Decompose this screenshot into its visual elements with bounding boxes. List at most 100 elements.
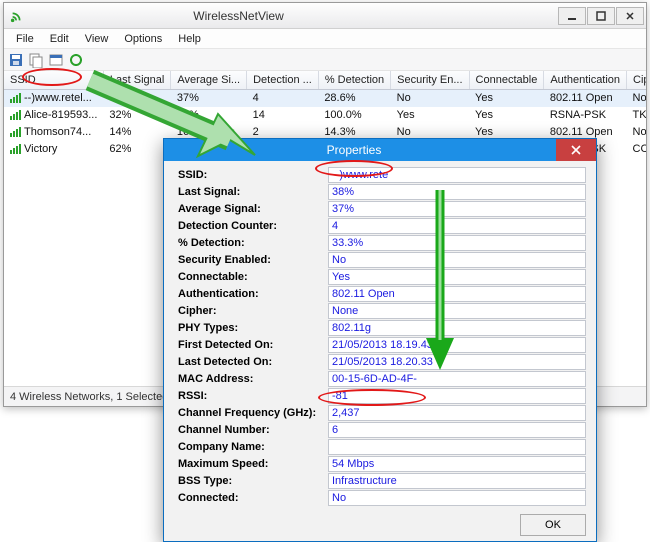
signal-icon	[10, 110, 21, 120]
property-value[interactable]: 21/05/2013 18.20.33	[328, 354, 586, 370]
signal-icon	[10, 144, 21, 154]
cell[interactable]: Yes	[391, 107, 469, 124]
menu-options[interactable]: Options	[116, 31, 170, 47]
table-row[interactable]: Alice-819593...32%31%14100.0%YesYesRSNA-…	[4, 107, 646, 124]
cell[interactable]: 100.0%	[318, 107, 390, 124]
cell[interactable]: None	[627, 90, 646, 107]
property-row: % Detection:33.3%	[178, 235, 586, 251]
dialog-close-button[interactable]	[556, 139, 596, 161]
property-row: Connectable:Yes	[178, 269, 586, 285]
property-value[interactable]: No	[328, 252, 586, 268]
dialog-title-bar[interactable]: Properties	[164, 139, 596, 161]
column-header[interactable]: SSID	[4, 71, 103, 90]
minimize-button[interactable]	[558, 7, 586, 25]
maximize-button[interactable]	[587, 7, 615, 25]
property-label: SSID:	[178, 169, 328, 181]
property-label: PHY Types:	[178, 322, 328, 334]
property-value[interactable]: 00-15-6D-AD-4F-	[328, 371, 586, 387]
cell-ssid[interactable]: --)www.retel...	[4, 90, 103, 107]
property-value[interactable]: 6	[328, 422, 586, 438]
cell[interactable]: Yes	[469, 107, 544, 124]
cell-ssid[interactable]: Thomson74...	[4, 124, 103, 141]
cell[interactable]: 37%	[171, 90, 247, 107]
column-header[interactable]: Authentication	[544, 71, 627, 90]
cell[interactable]: 4	[247, 90, 319, 107]
property-row: Authentication:802.11 Open	[178, 286, 586, 302]
menu-file[interactable]: File	[8, 31, 42, 47]
save-icon[interactable]	[8, 52, 24, 68]
property-value[interactable]: 2,437	[328, 405, 586, 421]
property-value[interactable]: 4	[328, 218, 586, 234]
column-header[interactable]: Connectable	[469, 71, 544, 90]
menu-view[interactable]: View	[77, 31, 117, 47]
property-row: Last Detected On:21/05/2013 18.20.33	[178, 354, 586, 370]
property-value[interactable]: -81	[328, 388, 586, 404]
property-value[interactable]: No	[328, 490, 586, 506]
cell[interactable]: 31%	[171, 107, 247, 124]
cell[interactable]: None	[627, 124, 646, 141]
property-value[interactable]: --)www.rete	[328, 167, 586, 183]
property-label: BSS Type:	[178, 475, 328, 487]
property-row: RSSI:-81	[178, 388, 586, 404]
column-header[interactable]: Average Si...	[171, 71, 247, 90]
property-label: Maximum Speed:	[178, 458, 328, 470]
property-value[interactable]: Infrastructure	[328, 473, 586, 489]
dialog-title: Properties	[152, 143, 556, 157]
table-row[interactable]: --)www.retel...38%37%428.6%NoYes802.11 O…	[4, 90, 646, 107]
property-row: Channel Number:6	[178, 422, 586, 438]
dialog-button-bar: OK	[164, 509, 596, 541]
property-value[interactable]: 33.3%	[328, 235, 586, 251]
refresh-icon[interactable]	[28, 52, 44, 68]
property-row: Security Enabled:No	[178, 252, 586, 268]
title-bar[interactable]: WirelessNetView	[4, 3, 646, 29]
property-label: Channel Frequency (GHz):	[178, 407, 328, 419]
column-header[interactable]: % Detection	[318, 71, 390, 90]
property-value[interactable]: 37%	[328, 201, 586, 217]
cell[interactable]: TKIP	[627, 107, 646, 124]
cell[interactable]: 38%	[103, 90, 170, 107]
cell[interactable]: CCMP	[627, 141, 646, 158]
properties-icon[interactable]	[48, 52, 64, 68]
column-header[interactable]: Cipher	[627, 71, 646, 90]
property-label: Security Enabled:	[178, 254, 328, 266]
property-label: RSSI:	[178, 390, 328, 402]
cell[interactable]: Yes	[469, 90, 544, 107]
property-row: First Detected On:21/05/2013 18.19.43	[178, 337, 586, 353]
cell-ssid[interactable]: Alice-819593...	[4, 107, 103, 124]
cell[interactable]: 14	[247, 107, 319, 124]
cell[interactable]: 32%	[103, 107, 170, 124]
cell-ssid[interactable]: Victory	[4, 141, 103, 158]
ok-button[interactable]: OK	[520, 514, 586, 536]
close-button[interactable]	[616, 7, 644, 25]
cell[interactable]: RSNA-PSK	[544, 107, 627, 124]
property-value[interactable]: 38%	[328, 184, 586, 200]
property-value[interactable]: 802.11 Open	[328, 286, 586, 302]
property-row: Maximum Speed:54 Mbps	[178, 456, 586, 472]
property-row: BSS Type:Infrastructure	[178, 473, 586, 489]
property-label: MAC Address:	[178, 373, 328, 385]
property-value[interactable]: 54 Mbps	[328, 456, 586, 472]
cell[interactable]: 14%	[103, 124, 170, 141]
cell[interactable]: 802.11 Open	[544, 90, 627, 107]
menu-bar: File Edit View Options Help	[4, 29, 646, 49]
cell[interactable]: 28.6%	[318, 90, 390, 107]
property-value[interactable]: 802.11g	[328, 320, 586, 336]
menu-help[interactable]: Help	[170, 31, 209, 47]
property-row: Company Name:	[178, 439, 586, 455]
options-icon[interactable]	[68, 52, 84, 68]
column-header[interactable]: Last Signal	[103, 71, 170, 90]
property-value[interactable]	[328, 439, 586, 455]
column-header[interactable]: Security En...	[391, 71, 469, 90]
property-value[interactable]: 21/05/2013 18.19.43	[328, 337, 586, 353]
property-label: First Detected On:	[178, 339, 328, 351]
property-value[interactable]: Yes	[328, 269, 586, 285]
property-value[interactable]: None	[328, 303, 586, 319]
cell[interactable]: No	[391, 90, 469, 107]
property-row: SSID:--)www.rete	[178, 167, 586, 183]
status-text: 4 Wireless Networks, 1 Selected	[10, 391, 168, 403]
property-row: MAC Address:00-15-6D-AD-4F-	[178, 371, 586, 387]
property-label: Cipher:	[178, 305, 328, 317]
property-row: Detection Counter:4	[178, 218, 586, 234]
menu-edit[interactable]: Edit	[42, 31, 77, 47]
column-header[interactable]: Detection ...	[247, 71, 319, 90]
